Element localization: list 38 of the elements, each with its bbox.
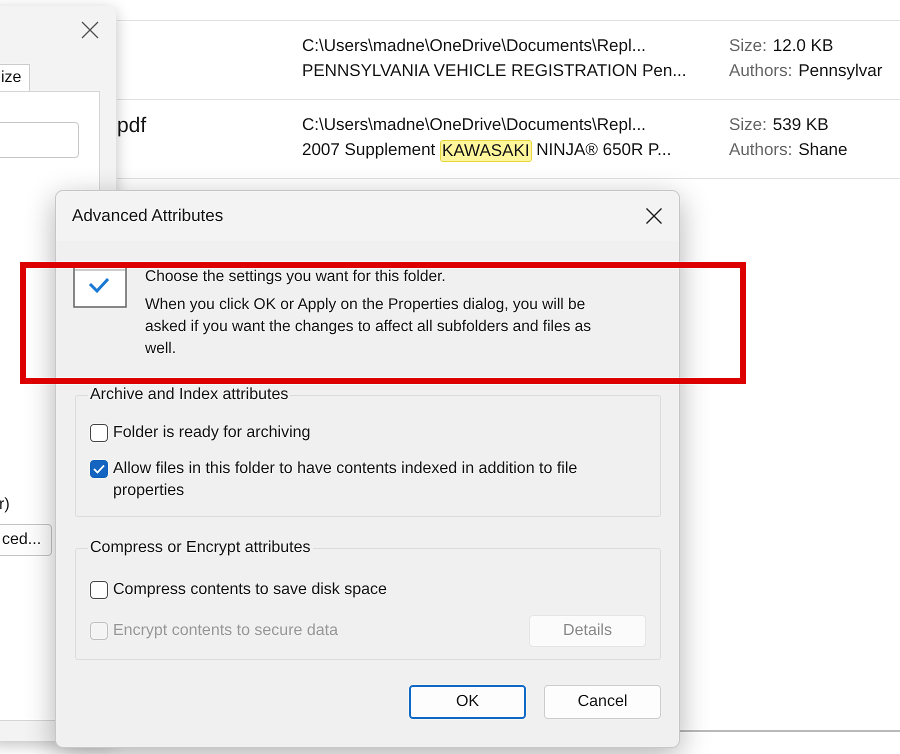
checkbox-label: Encrypt contents to secure data	[113, 621, 338, 641]
properties-tab[interactable]: ize	[0, 64, 30, 91]
checkbox-label: Folder is ready for archiving	[113, 423, 310, 443]
authors-label: Authors:	[729, 140, 792, 160]
dialog-description: When you click OK or Apply on the Properties dialog, you will be asked if you want the changes to affect all subfolders and files as well.	[145, 295, 592, 359]
checkbox-label: Allow files in this folder to have contents indexed in addition to file properties	[113, 459, 578, 501]
size-label: Size:	[729, 36, 767, 56]
file-path: C:\Users\madne\OneDrive\Documents\Repl...	[302, 36, 647, 56]
checkbox[interactable]	[90, 581, 108, 599]
dialog-button[interactable]: OK	[409, 685, 526, 719]
group-legend: Archive and Index attributes	[88, 386, 290, 404]
document-title: NINJA® 650R P...	[535, 140, 672, 161]
file-path: C:\Users\madne\OneDrive\Documents\Repl...	[302, 115, 647, 135]
close-icon[interactable]	[645, 207, 663, 225]
checkbox[interactable]	[90, 424, 108, 442]
group-legend: Compress or Encrypt attributes	[88, 539, 313, 557]
size-value: 539 KB	[772, 115, 829, 135]
search-match-highlight: KAWASAKI	[440, 140, 532, 162]
advanced-button[interactable]: ced...	[0, 524, 52, 556]
checkbox-label: Compress contents to save disk space	[113, 580, 387, 600]
search-result-row[interactable]: pdf C:\Users\madne\OneDrive\Documents\Repl... 2007 Supplement KAWASAKI NINJA® 650R P... Size: 539 KB Authors: Shane	[117, 100, 900, 179]
dialog-title: Advanced Attributes	[72, 206, 224, 226]
authors-label: Authors:	[729, 61, 792, 81]
checked-window-icon	[73, 266, 127, 308]
dialog-button[interactable]: Cancel	[544, 685, 661, 719]
checkbox[interactable]	[90, 460, 108, 478]
file-name: pdf	[117, 114, 146, 137]
search-result-row[interactable]: C:\Users\madne\OneDrive\Documents\Repl... PENNSYLVANIA VEHICLE REGISTRATION Pen... Size: 12.0 KB Authors: Pennsylvar	[117, 21, 900, 100]
authors-value: Pennsylvar	[798, 61, 882, 81]
dialog-heading: Choose the settings you want for this folder.	[145, 267, 447, 287]
authors-value: Shane	[798, 140, 848, 160]
document-title: PENNSYLVANIA VEHICLE REGISTRATION Pen...	[302, 61, 687, 81]
document-title: 2007 Supplement	[302, 140, 436, 161]
size-value: 12.0 KB	[772, 36, 834, 56]
size-label: Size:	[729, 115, 767, 135]
option-label: r)	[0, 496, 11, 515]
close-icon[interactable]	[80, 20, 100, 40]
input-field[interactable]	[0, 122, 79, 158]
